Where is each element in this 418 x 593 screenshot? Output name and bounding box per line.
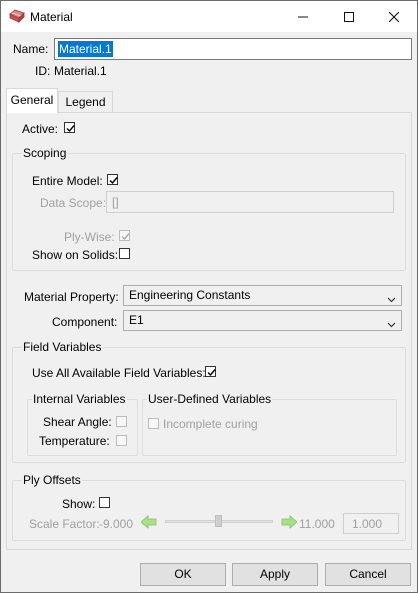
material-property-label: Material Property: [24, 290, 119, 304]
id-value: Material.1 [54, 64, 107, 78]
scale-min-value: -9.000 [99, 517, 134, 531]
name-label: Name: [13, 42, 49, 56]
ply-wise-label: Ply-Wise: [64, 230, 115, 244]
minimize-button[interactable] [280, 1, 326, 32]
internal-variables-title: Internal Variables [32, 392, 127, 406]
ok-button[interactable]: OK [140, 563, 226, 586]
ply-wise-checkbox[interactable] [119, 230, 130, 241]
tab-general-label: General [10, 93, 54, 107]
active-checkbox[interactable] [64, 122, 75, 133]
material-dialog: Material Name: Material.1 ID: Material.1… [0, 0, 418, 593]
field-variables-title: Field Variables [22, 340, 103, 354]
shear-angle-label: Shear Angle: [43, 415, 112, 429]
maximize-button[interactable] [326, 1, 372, 32]
component-value: E1 [129, 313, 144, 327]
ply-offsets-title: Ply Offsets [22, 473, 82, 487]
arrow-right-icon[interactable] [281, 515, 298, 529]
checkmark-icon [121, 233, 130, 241]
material-icon [9, 9, 25, 23]
show-on-solids-checkbox[interactable] [119, 248, 130, 259]
component-select[interactable]: E1 [123, 310, 402, 331]
scale-factor-slider-thumb[interactable] [215, 515, 222, 527]
use-all-field-variables-checkbox[interactable] [205, 366, 216, 377]
material-property-select[interactable]: Engineering Constants [123, 285, 402, 306]
id-label: ID: [35, 64, 51, 78]
name-input-value: Material.1 [58, 41, 113, 57]
close-button[interactable] [371, 1, 417, 32]
material-property-value: Engineering Constants [129, 288, 251, 302]
cancel-button[interactable]: Cancel [325, 563, 411, 586]
active-label: Active: [22, 122, 59, 136]
user-defined-variables-title: User-Defined Variables [147, 392, 273, 406]
tab-legend-label: Legend [65, 95, 106, 109]
apply-button[interactable]: Apply [232, 563, 318, 586]
scale-max-value: 11.000 [299, 517, 335, 531]
data-scope-value: [] [112, 195, 119, 209]
entire-model-checkbox[interactable] [107, 174, 118, 185]
incomplete-curing-checkbox[interactable] [148, 418, 159, 429]
checkmark-icon [109, 177, 118, 185]
checkmark-icon [207, 369, 216, 377]
component-label: Component: [52, 315, 118, 329]
ply-offsets-show-checkbox[interactable] [99, 497, 110, 508]
tab-legend[interactable]: Legend [58, 91, 113, 113]
scoping-title: Scoping [22, 146, 68, 160]
data-scope-field[interactable]: [] [106, 191, 394, 213]
entire-model-label: Entire Model: [32, 174, 103, 188]
use-all-field-variables-label: Use All Available Field Variables: [32, 366, 206, 380]
temperature-label: Temperature: [39, 434, 110, 448]
title-bar: Material [1, 1, 417, 32]
show-on-solids-label: Show on Solids: [32, 248, 119, 262]
window-title: Material [30, 10, 73, 24]
chevron-down-icon [387, 291, 396, 303]
shear-angle-checkbox[interactable] [116, 416, 127, 427]
checkmark-icon [66, 125, 75, 133]
arrow-left-icon[interactable] [140, 515, 157, 529]
temperature-checkbox[interactable] [116, 435, 127, 446]
scale-factor-input[interactable]: 1.000 [343, 513, 399, 534]
name-input[interactable]: Material.1 [54, 38, 412, 60]
scale-factor-value: 1.000 [352, 517, 383, 531]
tab-general[interactable]: General [6, 88, 58, 113]
data-scope-label: Data Scope: [40, 196, 107, 210]
chevron-down-icon [387, 316, 396, 328]
ply-offsets-show-label: Show: [62, 497, 96, 511]
scale-factor-label: Scale Factor: [29, 517, 100, 531]
incomplete-curing-label: Incomplete curing [163, 417, 258, 431]
